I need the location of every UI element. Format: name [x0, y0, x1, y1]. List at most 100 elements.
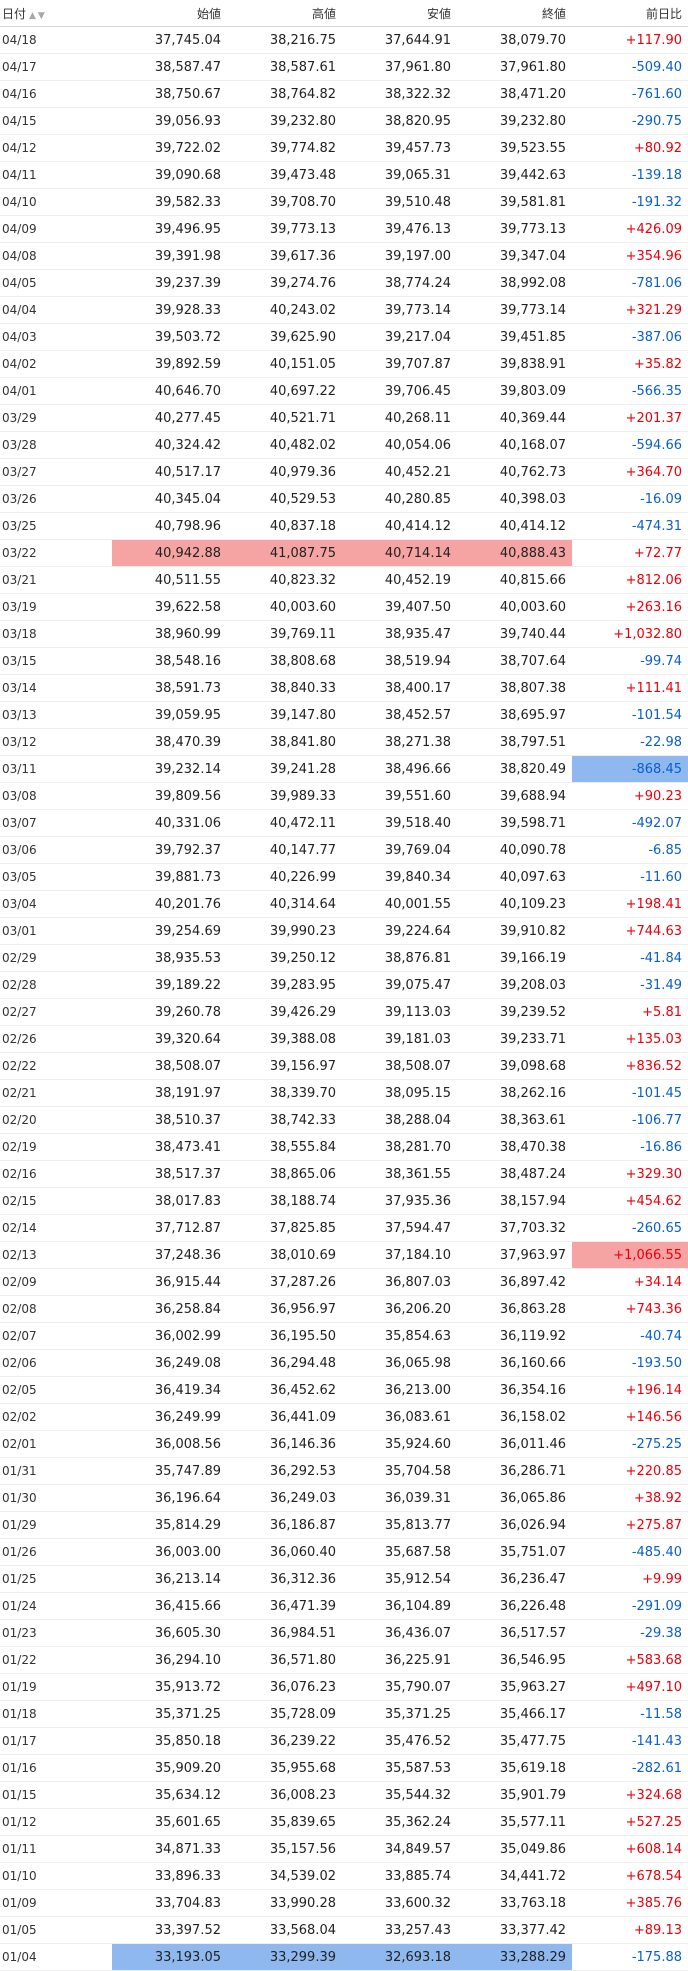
- cell-low: 35,371.25: [342, 1700, 457, 1728]
- cell-date: 03/22: [0, 539, 112, 567]
- table-row: 03/04 40,201.76 40,314.64 40,001.55 40,109.2…: [0, 890, 688, 918]
- cell-low: 36,104.89: [342, 1592, 457, 1620]
- cell-high: 38,840.33: [227, 674, 342, 702]
- cell-low: 35,587.53: [342, 1754, 457, 1782]
- table-row: 02/20 38,510.37 38,742.33 38,288.04 38,363.6…: [0, 1106, 688, 1134]
- cell-open: 33,704.83: [112, 1889, 227, 1917]
- cell-date: 04/16: [0, 80, 112, 108]
- cell-high: 38,587.61: [227, 53, 342, 81]
- table-row: 01/31 35,747.89 36,292.53 35,704.58 36,286.7…: [0, 1457, 688, 1485]
- cell-open: 39,260.78: [112, 998, 227, 1026]
- cell-low: 39,707.87: [342, 350, 457, 378]
- cell-date: 04/15: [0, 107, 112, 135]
- table-row: 02/21 38,191.97 38,339.70 38,095.15 38,262.1…: [0, 1079, 688, 1107]
- cell-change: +1,066.55: [572, 1241, 688, 1269]
- cell-low: 36,206.20: [342, 1295, 457, 1323]
- table-row: 02/09 36,915.44 37,287.26 36,807.03 36,897.4…: [0, 1268, 688, 1296]
- cell-close: 38,471.20: [457, 80, 572, 108]
- table-row: 02/16 38,517.37 38,865.06 38,361.55 38,487.2…: [0, 1160, 688, 1188]
- cell-date: 03/01: [0, 917, 112, 945]
- cell-low: 37,644.91: [342, 26, 457, 54]
- table-row: 01/15 35,634.12 36,008.23 35,544.32 35,901.7…: [0, 1781, 688, 1809]
- cell-high: 39,773.13: [227, 215, 342, 243]
- table-row: 01/25 36,213.14 36,312.36 35,912.54 36,236.4…: [0, 1565, 688, 1593]
- cell-high: 39,473.48: [227, 161, 342, 189]
- cell-low: 33,600.32: [342, 1889, 457, 1917]
- table-row: 04/09 39,496.95 39,773.13 39,476.13 39,773.1…: [0, 215, 688, 243]
- cell-low: 39,476.13: [342, 215, 457, 243]
- cell-open: 39,237.39: [112, 269, 227, 297]
- cell-low: 35,704.58: [342, 1457, 457, 1485]
- cell-close: 40,888.43: [457, 539, 572, 567]
- cell-low: 36,083.61: [342, 1403, 457, 1431]
- cell-open: 40,517.17: [112, 458, 227, 486]
- cell-date: 03/04: [0, 890, 112, 918]
- cell-high: 36,441.09: [227, 1403, 342, 1431]
- cell-low: 36,807.03: [342, 1268, 457, 1296]
- table-row: 02/19 38,473.41 38,555.84 38,281.70 38,470.3…: [0, 1133, 688, 1161]
- cell-low: 38,519.94: [342, 647, 457, 675]
- cell-close: 37,703.32: [457, 1214, 572, 1242]
- cell-low: 37,184.10: [342, 1241, 457, 1269]
- cell-open: 39,622.58: [112, 593, 227, 621]
- cell-change: +497.10: [572, 1673, 688, 1701]
- cell-low: 40,414.12: [342, 512, 457, 540]
- cell-change: -16.86: [572, 1133, 688, 1161]
- column-header-date[interactable]: 日付 ▲▼: [0, 0, 112, 27]
- cell-close: 36,119.92: [457, 1322, 572, 1350]
- cell-high: 40,482.02: [227, 431, 342, 459]
- cell-low: 39,065.31: [342, 161, 457, 189]
- cell-low: 33,885.74: [342, 1862, 457, 1890]
- cell-high: 39,617.36: [227, 242, 342, 270]
- column-header-low: 安値: [342, 0, 457, 27]
- cell-low: 40,280.85: [342, 485, 457, 513]
- cell-open: 35,814.29: [112, 1511, 227, 1539]
- cell-high: 36,186.87: [227, 1511, 342, 1539]
- cell-high: 39,388.08: [227, 1025, 342, 1053]
- cell-close: 36,011.46: [457, 1430, 572, 1458]
- cell-open: 39,809.56: [112, 782, 227, 810]
- table-row: 01/26 36,003.00 36,060.40 35,687.58 35,751.0…: [0, 1538, 688, 1566]
- cell-open: 39,496.95: [112, 215, 227, 243]
- cell-low: 39,113.03: [342, 998, 457, 1026]
- cell-change: -509.40: [572, 53, 688, 81]
- cell-date: 03/06: [0, 836, 112, 864]
- cell-open: 38,470.39: [112, 728, 227, 756]
- cell-low: 40,714.14: [342, 539, 457, 567]
- cell-change: -387.06: [572, 323, 688, 351]
- table-row: 03/21 40,511.55 40,823.32 40,452.19 40,815.6…: [0, 566, 688, 594]
- cell-date: 03/21: [0, 566, 112, 594]
- cell-change: +583.68: [572, 1646, 688, 1674]
- cell-close: 38,363.61: [457, 1106, 572, 1134]
- table-row: 03/29 40,277.45 40,521.71 40,268.11 40,369.4…: [0, 404, 688, 432]
- table-row: 03/14 38,591.73 38,840.33 38,400.17 38,807.3…: [0, 674, 688, 702]
- cell-change: -781.06: [572, 269, 688, 297]
- cell-open: 38,510.37: [112, 1106, 227, 1134]
- table-row: 01/09 33,704.83 33,990.28 33,600.32 33,763.1…: [0, 1889, 688, 1917]
- cell-open: 36,003.00: [112, 1538, 227, 1566]
- cell-open: 39,090.68: [112, 161, 227, 189]
- cell-close: 40,414.12: [457, 512, 572, 540]
- cell-date: 04/04: [0, 296, 112, 324]
- cell-open: 37,745.04: [112, 26, 227, 54]
- table-row: 02/02 36,249.99 36,441.09 36,083.61 36,158.0…: [0, 1403, 688, 1431]
- cell-high: 40,314.64: [227, 890, 342, 918]
- table-row: 01/16 35,909.20 35,955.68 35,587.53 35,619.1…: [0, 1754, 688, 1782]
- table-row: 02/26 39,320.64 39,388.08 39,181.03 39,233.7…: [0, 1025, 688, 1053]
- column-header-open: 始値: [112, 0, 227, 27]
- table-row: 04/18 37,745.04 38,216.75 37,644.91 38,079.7…: [0, 26, 688, 54]
- cell-change: +72.77: [572, 539, 688, 567]
- cell-change: +263.16: [572, 593, 688, 621]
- cell-date: 01/09: [0, 1889, 112, 1917]
- cell-date: 04/12: [0, 134, 112, 162]
- table-row: 02/01 36,008.56 36,146.36 35,924.60 36,011.4…: [0, 1430, 688, 1458]
- cell-high: 35,955.68: [227, 1754, 342, 1782]
- cell-close: 39,838.91: [457, 350, 572, 378]
- table-row: 04/08 39,391.98 39,617.36 39,197.00 39,347.0…: [0, 242, 688, 270]
- cell-date: 04/11: [0, 161, 112, 189]
- cell-high: 40,151.05: [227, 350, 342, 378]
- sort-arrows-icon[interactable]: ▲▼: [29, 11, 47, 21]
- table-row: 03/15 38,548.16 38,808.68 38,519.94 38,707.6…: [0, 647, 688, 675]
- cell-date: 04/18: [0, 26, 112, 54]
- cell-change: +329.30: [572, 1160, 688, 1188]
